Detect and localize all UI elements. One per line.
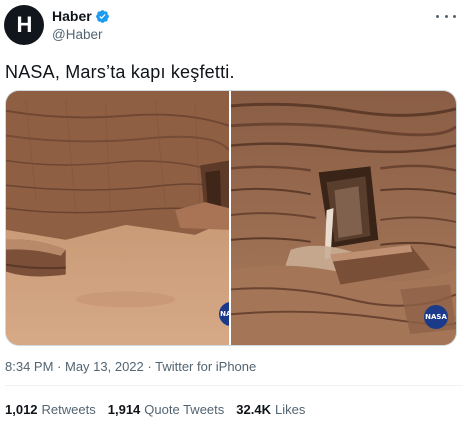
quote-tweets-label: Quote Tweets — [144, 402, 225, 417]
tweet-text: NASA, Mars’ta kapı keşfetti. — [5, 62, 235, 82]
photo-mars-landscape[interactable]: NASA — [6, 91, 229, 345]
quote-tweets-stat[interactable]: 1,914 Quote Tweets — [108, 402, 225, 417]
retweets-label: Retweets — [41, 402, 96, 417]
tweet-time-link[interactable]: 8:34 PM · May 13, 2022 — [5, 359, 144, 374]
name-row: Haber — [52, 7, 110, 25]
retweets-stat[interactable]: 1,012 Retweets — [5, 402, 96, 417]
likes-label: Likes — [274, 402, 306, 417]
likes-count: 32.4K — [236, 402, 271, 417]
more-options-icon[interactable] — [436, 9, 456, 23]
likes-stat[interactable]: 32.4K Likes — [236, 402, 305, 417]
tweet-media[interactable]: NASA — [5, 90, 457, 346]
author-block: Haber @Haber — [52, 7, 110, 42]
avatar[interactable]: H — [4, 5, 44, 45]
tweet-stats: 1,012 Retweets 1,914 Quote Tweets 32.4K … — [5, 402, 305, 417]
verified-badge-icon — [95, 9, 109, 23]
tweet-source-link[interactable]: Twitter for iPhone — [155, 359, 256, 374]
avatar-logo: H — [16, 12, 33, 37]
meta-separator: · — [143, 359, 156, 374]
handle[interactable]: @Haber — [52, 27, 110, 42]
mars-doorway-image — [231, 91, 456, 345]
divider — [5, 385, 463, 386]
display-name[interactable]: Haber — [52, 8, 92, 24]
nasa-logo-icon: NASA — [424, 305, 448, 329]
quote-tweets-count: 1,914 — [107, 402, 141, 417]
retweets-count: 1,012 — [5, 402, 38, 417]
mars-landscape-image — [6, 91, 229, 345]
photo-mars-doorway[interactable]: NASA — [231, 91, 456, 345]
tweet-meta: 8:34 PM · May 13, 2022 · Twitter for iPh… — [5, 359, 256, 374]
